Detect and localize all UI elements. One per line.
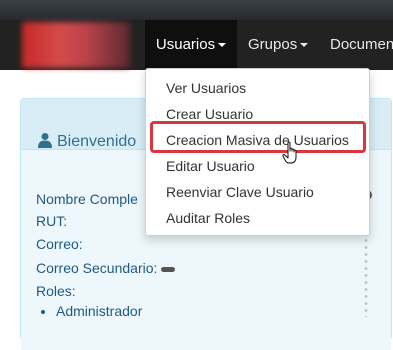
caret-down-icon: [218, 43, 227, 48]
menu-item-reenviar-clave[interactable]: Reenviar Clave Usuario: [166, 184, 314, 200]
panel-title: Bienvenido: [37, 132, 136, 151]
dotted-divider: [364, 230, 368, 317]
nav-usuarios-label: Usuarios: [155, 36, 216, 53]
menu-item-auditar-roles[interactable]: Auditar Roles: [166, 210, 250, 226]
menu-item-crear-usuario[interactable]: Crear Usuario: [166, 106, 253, 122]
highlight-annotation: [150, 121, 366, 153]
field-correo-secundario-label: Correo Secundario:: [36, 260, 158, 276]
field-nombre: Nombre Comple: [36, 191, 138, 207]
app-logo[interactable]: [22, 22, 130, 68]
nav-usuarios[interactable]: Usuarios: [145, 20, 237, 70]
field-rut: RUT:: [36, 213, 68, 229]
browser-top-strip: [0, 0, 393, 22]
user-icon: [38, 133, 52, 148]
nav-documentos[interactable]: Documen: [330, 20, 393, 70]
caret-down-icon: [300, 43, 309, 48]
nav-grupos[interactable]: Grupos: [248, 20, 309, 70]
menu-item-editar-usuario[interactable]: Editar Usuario: [166, 158, 255, 174]
hand-pointer-cursor-icon: [282, 141, 297, 164]
nav-documentos-label: Documen: [330, 36, 393, 53]
nav-grupos-label: Grupos: [248, 36, 298, 53]
field-roles: Roles:: [36, 283, 76, 299]
menu-item-ver-usuarios[interactable]: Ver Usuarios: [166, 80, 246, 96]
panel-title-text: Bienvenido: [57, 133, 137, 150]
field-correo: Correo:: [36, 236, 83, 252]
field-correo-secundario: Correo Secundario:: [36, 260, 176, 276]
redacted-value: [161, 266, 176, 272]
